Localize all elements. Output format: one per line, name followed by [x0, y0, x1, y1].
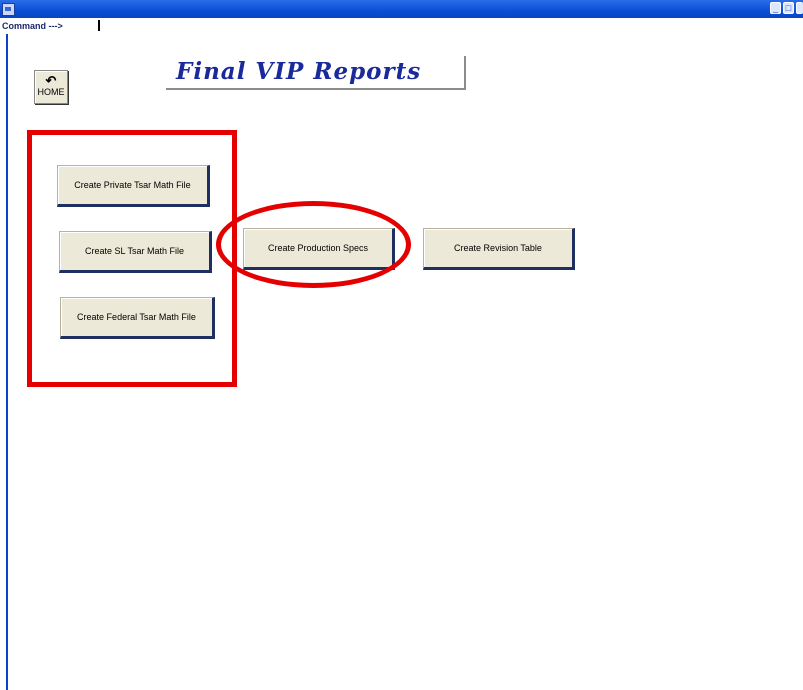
- create-revision-table-button[interactable]: Create Revision Table: [423, 228, 575, 270]
- command-label: Command --->: [2, 21, 63, 31]
- app-icon: [2, 3, 15, 16]
- close-icon[interactable]: [796, 2, 803, 14]
- text-caret: [98, 20, 100, 31]
- home-button[interactable]: ↶ HOME: [34, 70, 68, 104]
- highlight-oval-annotation: [216, 201, 411, 288]
- page-title-box: Final VIP Reports: [166, 56, 466, 90]
- maximize-icon[interactable]: □: [783, 2, 794, 14]
- window-left-border: [6, 34, 8, 690]
- command-line[interactable]: Command --->: [0, 19, 803, 33]
- return-arrow-icon: ↶: [45, 73, 57, 88]
- page-title: Final VIP Reports: [176, 58, 422, 85]
- minimize-icon[interactable]: _: [770, 2, 781, 14]
- window-titlebar: _ □: [0, 0, 803, 18]
- home-label: HOME: [37, 87, 65, 97]
- highlight-rectangle-annotation: [27, 130, 237, 387]
